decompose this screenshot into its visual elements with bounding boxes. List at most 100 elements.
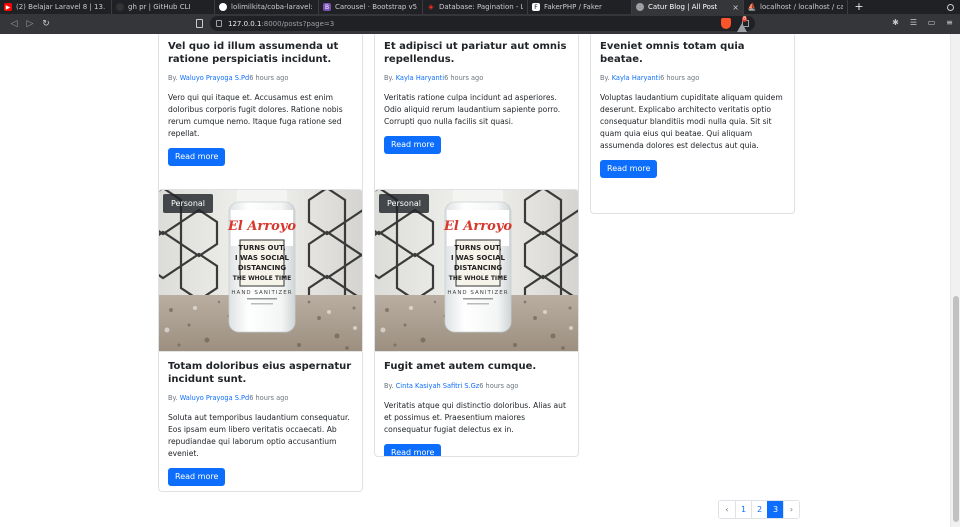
reload-icon[interactable]: ↻: [38, 16, 54, 32]
pagination-page-2[interactable]: 2: [751, 501, 767, 518]
sanitizer-photo: El Arroyo TURNS OUT, I WAS SOCIAL DISTAN…: [159, 190, 362, 351]
page-scrollbar[interactable]: [950, 34, 960, 527]
category-badge[interactable]: Personal: [163, 194, 214, 213]
globe-icon: [636, 3, 644, 11]
pagination-page-3[interactable]: 3: [767, 501, 783, 518]
tab-search-icon[interactable]: [947, 3, 954, 11]
post-image: El Arroyo TURNS OUT, I WAS SOCIAL DISTAN…: [375, 190, 578, 352]
tab-title: Carousel · Bootstrap v5.2: [335, 3, 418, 11]
post-meta: By. Kayla Haryanti6 hours ago: [384, 74, 484, 82]
site-info-icon[interactable]: [216, 20, 222, 27]
browser-tab[interactable]: B Carousel · Bootstrap v5.2: [319, 0, 423, 14]
bottle-line-text: TURNS OUT,: [238, 244, 285, 252]
browser-tab[interactable]: gh pr | GitHub CLI: [112, 0, 215, 14]
menu-icon[interactable]: ≡: [945, 18, 954, 27]
pagination-prev[interactable]: ‹: [719, 501, 735, 518]
wallet-icon[interactable]: ▭: [927, 18, 936, 27]
sanitizer-photo: El Arroyo TURNS OUT, I WAS SOCIAL DISTAN…: [375, 190, 578, 351]
tab-title: FakerPHP / Faker: [544, 3, 602, 11]
pagination: ‹ 1 2 3 ›: [718, 500, 800, 519]
pagination-next[interactable]: ›: [783, 501, 799, 518]
bottle-line-text: DISTANCING: [454, 264, 503, 272]
tab-title: Catur Blog | All Post: [648, 3, 718, 11]
faker-icon: F: [532, 3, 540, 11]
forward-icon[interactable]: ▷: [22, 16, 38, 32]
bottle-line-text: DISTANCING: [238, 264, 287, 272]
post-meta: By. Cinta Kasiyah Safitri S.Gz6 hours ag…: [384, 381, 519, 390]
read-more-button[interactable]: Read more: [168, 148, 226, 166]
bottle-brand-text: El Arroyo: [443, 219, 512, 234]
post-meta: By. Waluyo Prayoga S.Pd6 hours ago: [168, 394, 289, 402]
pagination-page-1[interactable]: 1: [735, 501, 751, 518]
post-title: Et adipisci ut pariatur aut omnis repell…: [384, 41, 567, 65]
scrollbar-thumb[interactable]: [953, 296, 959, 522]
brave-shield-icon[interactable]: [721, 18, 731, 29]
extensions-icon[interactable]: ✱: [891, 18, 900, 27]
github-icon: [116, 3, 124, 11]
post-excerpt: Soluta aut temporibus laudantium consequ…: [168, 413, 350, 458]
tab-title: Database: Pagination - La: [439, 3, 523, 11]
post-excerpt: Veritatis atque qui distinctio doloribus…: [384, 400, 566, 434]
url-text: 127.0.0.1:8000/posts?page=3: [228, 19, 335, 28]
bottle-brand-text: El Arroyo: [227, 219, 296, 234]
read-more-button[interactable]: Read more: [384, 443, 442, 456]
bottle-line-text: THE WHOLE TIME: [449, 275, 507, 282]
window-controls: [947, 0, 960, 14]
close-tab-icon[interactable]: ×: [726, 3, 739, 12]
post-card: El Arroyo TURNS OUT, I WAS SOCIAL DISTAN…: [374, 189, 579, 457]
extension-area: ✱ ☰ ▭ ≡: [891, 18, 954, 27]
tab-title: gh pr | GitHub CLI: [128, 3, 191, 11]
post-title: Eveniet omnis totam quia beatae.: [600, 41, 745, 65]
read-more-button[interactable]: Read more: [600, 160, 658, 178]
post-title: Fugit amet autem cumque.: [384, 361, 537, 372]
bottle-product-text: HAND SANITIZER: [231, 290, 292, 296]
browser-tab-strip: ▶ (2) Belajar Laravel 8 | 13. S gh pr | …: [0, 0, 960, 14]
browser-tab[interactable]: ⛵ localhost / localhost / catu: [744, 0, 848, 14]
author-link[interactable]: Waluyo Prayoga S.Pd: [180, 394, 250, 402]
post-card: Et adipisci ut pariatur aut omnis repell…: [374, 34, 579, 202]
browser-tab[interactable]: ◈ Database: Pagination - La: [423, 0, 528, 14]
tab-title: localhost / localhost / catu: [760, 3, 843, 11]
github-icon: [219, 3, 227, 11]
page-viewport: Vel quo id illum assumenda ut ratione pe…: [0, 34, 950, 527]
bottle-product-text: HAND SANITIZER: [447, 290, 508, 296]
post-title: Totam doloribus eius aspernatur incidunt…: [168, 361, 352, 385]
author-link[interactable]: Kayla Haryanti: [612, 74, 660, 82]
post-card: Eveniet omnis totam quia beatae. By. Kay…: [590, 34, 795, 214]
browser-tab[interactable]: lolimilkita/coba-laravel: B: [215, 0, 319, 14]
post-card: El Arroyo TURNS OUT, I WAS SOCIAL DISTAN…: [158, 189, 363, 492]
read-more-button[interactable]: Read more: [168, 468, 226, 486]
bookmark-icon[interactable]: [196, 19, 203, 28]
brave-rewards-icon[interactable]: 8: [737, 16, 749, 32]
bootstrap-icon: B: [323, 3, 331, 11]
author-link[interactable]: Cinta Kasiyah Safitri S.Gz: [396, 382, 480, 390]
reading-list-icon[interactable]: ☰: [909, 18, 918, 27]
post-meta: By. Waluyo Prayoga S.Pd6 hours ago: [168, 74, 289, 82]
read-more-button[interactable]: Read more: [384, 136, 442, 154]
author-link[interactable]: Waluyo Prayoga S.Pd: [180, 74, 250, 82]
post-excerpt: Voluptas laudantium cupiditate aliquam q…: [600, 93, 783, 150]
browser-tab[interactable]: ▶ (2) Belajar Laravel 8 | 13. S: [0, 0, 112, 14]
author-link[interactable]: Kayla Haryanti: [396, 74, 444, 82]
youtube-icon: ▶: [4, 3, 12, 11]
browser-toolbar: ◁ ▷ ↻ 127.0.0.1:8000/posts?page=3 8 ✱ ☰ …: [0, 14, 960, 34]
bottle-line-text: I WAS SOCIAL: [451, 254, 505, 262]
post-card: Vel quo id illum assumenda ut ratione pe…: [158, 34, 363, 214]
bottle-line-text: I WAS SOCIAL: [235, 254, 289, 262]
tab-title: (2) Belajar Laravel 8 | 13. S: [16, 3, 107, 11]
back-icon[interactable]: ◁: [6, 16, 22, 32]
browser-tab-active[interactable]: Catur Blog | All Post ×: [632, 0, 744, 14]
post-image: El Arroyo TURNS OUT, I WAS SOCIAL DISTAN…: [159, 190, 362, 352]
post-excerpt: Vero qui qui itaque et. Accusamus est en…: [168, 93, 343, 138]
laravel-icon: ◈: [428, 3, 434, 11]
bottle-line-text: THE WHOLE TIME: [233, 275, 291, 282]
post-meta: By. Kayla Haryanti6 hours ago: [600, 74, 700, 82]
new-tab-button[interactable]: +: [852, 0, 866, 14]
category-badge[interactable]: Personal: [379, 194, 430, 213]
browser-tab[interactable]: F FakerPHP / Faker: [528, 0, 632, 14]
address-bar[interactable]: 127.0.0.1:8000/posts?page=3: [210, 16, 755, 31]
tab-title: lolimilkita/coba-laravel: B: [231, 3, 314, 11]
post-title: Vel quo id illum assumenda ut ratione pe…: [168, 41, 339, 65]
rewards-badge: 8: [742, 16, 748, 22]
post-excerpt: Veritatis ratione culpa incidunt ad aspe…: [384, 93, 561, 126]
